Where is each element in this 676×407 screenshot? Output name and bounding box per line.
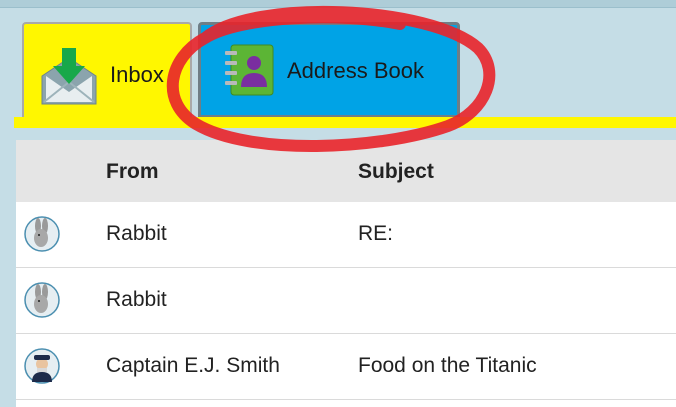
row-from: Rabbit [106, 222, 167, 245]
tab-inbox-label: Inbox [110, 62, 164, 87]
tab-address-book[interactable]: Address Book [198, 22, 460, 118]
message-list: From Subject Rabbit RE: Rabbit Captain E… [16, 140, 676, 407]
rabbit-avatar-icon [24, 282, 60, 318]
row-from: Captain E.J. Smith [106, 354, 280, 377]
row-subject: Food on the Titanic [358, 354, 537, 377]
tab-bar: Inbox Address Book [0, 8, 676, 126]
column-header-from[interactable]: From [106, 160, 159, 184]
message-row[interactable]: Captain E.J. Smith Food on the Titanic [16, 334, 676, 400]
row-subject: RE: [358, 222, 394, 245]
address-book-icon [219, 41, 277, 99]
tab-address-book-label: Address Book [287, 58, 424, 83]
rabbit-avatar-icon [24, 216, 60, 252]
message-list-header: From Subject [16, 140, 676, 202]
message-row[interactable]: Rabbit RE: [16, 202, 676, 268]
active-tab-strip [14, 117, 676, 128]
captain-avatar-icon [24, 348, 60, 384]
tab-inbox[interactable]: Inbox [22, 22, 192, 126]
window-top-border [0, 0, 676, 8]
column-header-subject[interactable]: Subject [358, 160, 434, 184]
message-row[interactable]: Rabbit [16, 268, 676, 334]
row-from: Rabbit [106, 288, 167, 311]
inbox-envelope-icon [38, 46, 100, 108]
